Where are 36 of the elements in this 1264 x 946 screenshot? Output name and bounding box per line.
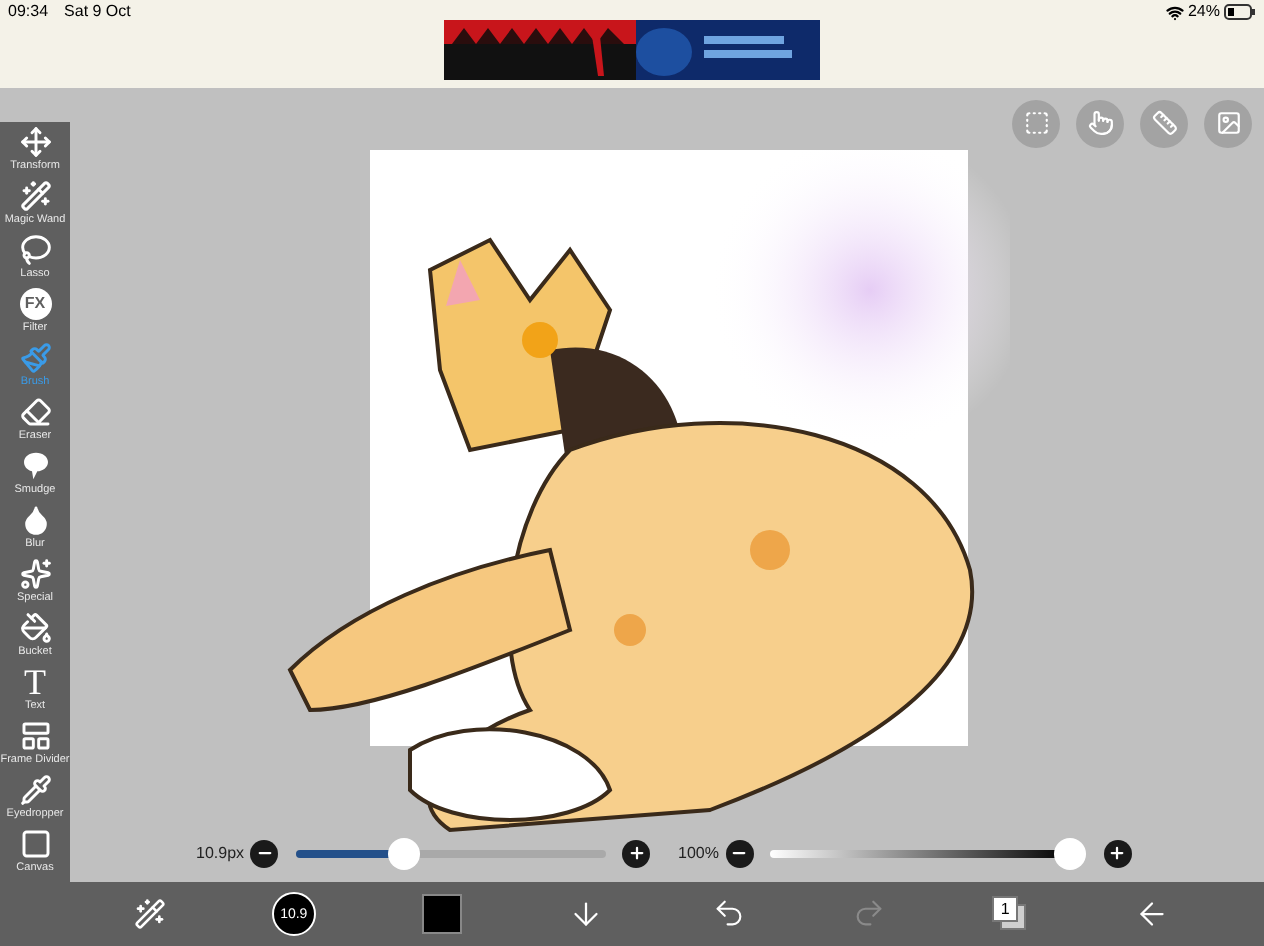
undo-icon: [711, 896, 746, 931]
status-time: 09:34: [8, 2, 49, 22]
wand-icon: [19, 179, 51, 212]
redo-icon: [851, 896, 886, 931]
size-reading: 10.9px: [196, 841, 245, 866]
battery-percent: 24%: [1187, 2, 1220, 22]
canvas-icon: [19, 827, 51, 860]
bucket-icon: [19, 611, 51, 644]
ruler-icon: [1151, 110, 1177, 137]
droplet-icon: [19, 503, 51, 536]
sparkles-icon: [19, 557, 51, 590]
eraser-icon: [19, 395, 51, 428]
hand-icon: [1087, 110, 1113, 137]
filter-icon: FX: [19, 287, 51, 320]
color-swatch[interactable]: [422, 893, 463, 934]
wand-icon: [133, 897, 166, 930]
decrease-button[interactable]: [725, 839, 753, 868]
plus-icon: [627, 844, 646, 863]
status-date: Sat 9 Oct: [64, 2, 131, 22]
decrease-button[interactable]: [250, 839, 279, 868]
increase-button[interactable]: [622, 839, 651, 868]
undo-button[interactable]: [711, 896, 746, 931]
wifi-icon: [1165, 3, 1184, 21]
frame-icon: [19, 719, 51, 752]
image-icon: [1215, 110, 1241, 137]
move-icon: [19, 125, 51, 158]
swap-tool-button[interactable]: [133, 897, 166, 930]
brush-icon: [19, 341, 51, 374]
eyedropper-icon: [19, 773, 51, 806]
text-icon: T: [24, 665, 46, 698]
lasso-icon: [19, 233, 51, 266]
selection-icon: [1023, 110, 1049, 137]
increase-button[interactable]: [1103, 839, 1131, 868]
battery-icon: [1224, 4, 1256, 20]
plus-icon: [1108, 844, 1126, 863]
opacity-reading: 100%: [678, 841, 719, 866]
